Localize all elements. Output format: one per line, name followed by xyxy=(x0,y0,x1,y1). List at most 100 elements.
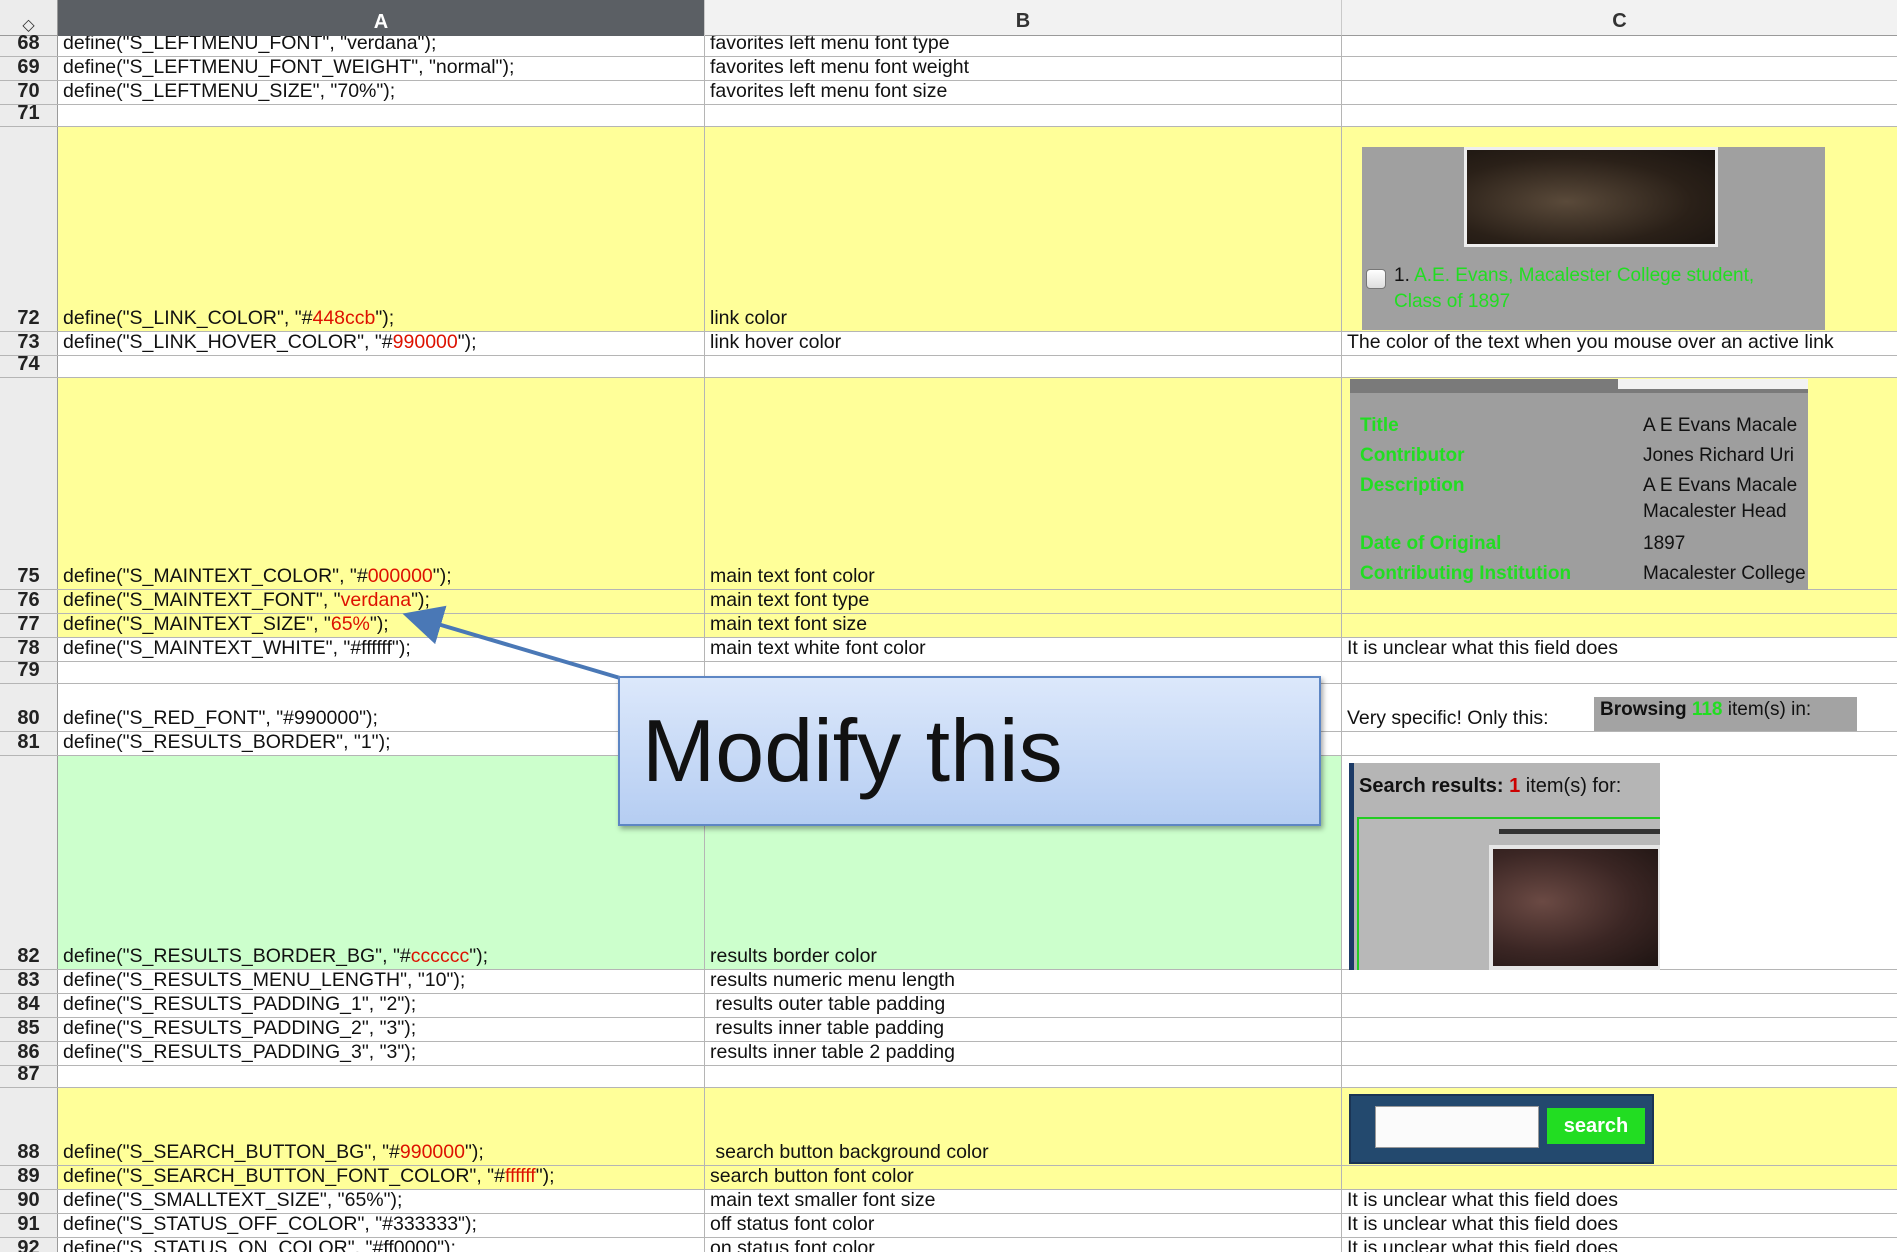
row-number[interactable]: 72 xyxy=(0,127,58,331)
cell-a[interactable]: define("S_LINK_HOVER_COLOR", "# 990000 "); xyxy=(58,332,705,355)
cell-c[interactable] xyxy=(1342,1018,1897,1041)
cell-c[interactable] xyxy=(1342,614,1897,637)
cell-a[interactable] xyxy=(58,1066,705,1087)
cell-c[interactable] xyxy=(1342,57,1897,80)
cell-c[interactable] xyxy=(1342,1042,1897,1065)
cell-c[interactable] xyxy=(1342,1066,1897,1087)
cell-c[interactable]: It is unclear what this field does xyxy=(1342,1238,1897,1252)
cell-c[interactable] xyxy=(1342,81,1897,104)
cell-a[interactable]: define("S_RESULTS_PADDING_1", "2"); xyxy=(58,994,705,1017)
cell-b[interactable]: search button background color xyxy=(705,1088,1342,1165)
cell-a[interactable]: define("S_LEFTMENU_SIZE", "70%"); xyxy=(58,81,705,104)
cell-b[interactable]: search button font color xyxy=(705,1166,1342,1189)
cell-c[interactable] xyxy=(1342,1166,1897,1189)
cell-a[interactable]: define("S_MAINTEXT_COLOR", "# 000000 "); xyxy=(58,378,705,589)
cell-a[interactable]: define("S_RESULTS_MENU_LENGTH", "10"); xyxy=(58,970,705,993)
cell-a[interactable]: define("S_RED_FONT", "#990000"); xyxy=(58,684,705,731)
cell-b[interactable]: main text font size xyxy=(705,614,1342,637)
cell-b[interactable]: main text white font color xyxy=(705,638,1342,661)
table-row: 71 xyxy=(0,102,1897,127)
row-number[interactable]: 82 xyxy=(0,756,58,969)
cell-a[interactable]: define("S_LEFTMENU_FONT", "verdana"); xyxy=(58,36,705,56)
cell-c[interactable] xyxy=(1342,105,1897,126)
cell-b[interactable]: results numeric menu length xyxy=(705,970,1342,993)
cell-c[interactable] xyxy=(1342,732,1897,755)
row-number[interactable]: 84 xyxy=(0,993,58,1017)
cell-a[interactable]: define("S_SEARCH_BUTTON_BG", "# 990000 "); xyxy=(58,1088,705,1165)
cell-b[interactable]: main text font color xyxy=(705,378,1342,589)
cell-a[interactable]: define("S_RESULTS_PADDING_3", "3"); xyxy=(58,1042,705,1065)
cell-a[interactable]: define("S_RESULTS_PADDING_2", "3"); xyxy=(58,1018,705,1041)
cell-c[interactable]: It is unclear what this field does xyxy=(1342,1214,1897,1237)
row-number[interactable]: 78 xyxy=(0,637,58,661)
row-number[interactable]: 86 xyxy=(0,1041,58,1065)
row-number[interactable]: 89 xyxy=(0,1165,58,1189)
row-number[interactable]: 79 xyxy=(0,659,58,683)
cell-a[interactable] xyxy=(58,356,705,377)
row-number[interactable]: 77 xyxy=(0,613,58,637)
row-number[interactable]: 85 xyxy=(0,1017,58,1041)
cell-c[interactable] xyxy=(1342,356,1897,377)
cell-a[interactable] xyxy=(58,105,705,126)
cell-c[interactable]: It is unclear what this field does xyxy=(1342,638,1897,661)
cell-a[interactable]: define("S_STATUS_OFF_COLOR", "#333333"); xyxy=(58,1214,705,1237)
cell-c[interactable] xyxy=(1342,662,1897,683)
cell-c[interactable] xyxy=(1342,590,1897,613)
row-number[interactable]: 90 xyxy=(0,1189,58,1213)
column-header-c[interactable]: C xyxy=(1342,0,1897,36)
cell-b[interactable]: results outer table padding xyxy=(705,994,1342,1017)
search-button[interactable]: search xyxy=(1547,1108,1645,1144)
select-all-corner[interactable]: ◇ xyxy=(0,0,58,36)
cell-a[interactable]: define("S_LEFTMENU_FONT_WEIGHT", "normal… xyxy=(58,57,705,80)
cell-a[interactable]: define("S_SMALLTEXT_SIZE", "65%"); xyxy=(58,1190,705,1213)
row-number[interactable]: 69 xyxy=(0,56,58,80)
row-number[interactable]: 68 xyxy=(0,32,58,56)
cell-b[interactable] xyxy=(705,105,1342,126)
cell-a[interactable]: define("S_RESULTS_BORDER_BG", "# cccccc ")… xyxy=(58,756,705,969)
row-number[interactable]: 80 xyxy=(0,684,58,731)
select-checkbox[interactable] xyxy=(1366,269,1386,289)
row-number[interactable]: 91 xyxy=(0,1213,58,1237)
cell-b[interactable]: results inner table padding xyxy=(705,1018,1342,1041)
cell-b[interactable]: favorites left menu font type xyxy=(705,36,1342,56)
cell-b[interactable]: results inner table 2 padding xyxy=(705,1042,1342,1065)
row-number[interactable]: 70 xyxy=(0,80,58,104)
cell-c[interactable] xyxy=(1342,994,1897,1017)
cell-a[interactable] xyxy=(58,662,705,683)
cell-b[interactable]: main text font type xyxy=(705,590,1342,613)
cell-a[interactable]: define("S_MAINTEXT_SIZE", " 65% "); xyxy=(58,614,705,637)
cell-b[interactable] xyxy=(705,1066,1342,1087)
cell-b[interactable] xyxy=(705,356,1342,377)
row-number[interactable]: 88 xyxy=(0,1088,58,1165)
row-number[interactable]: 71 xyxy=(0,102,58,126)
row-number[interactable]: 92 xyxy=(0,1237,58,1252)
row-number[interactable]: 83 xyxy=(0,969,58,993)
cell-a[interactable]: define("S_MAINTEXT_WHITE", "#ffffff"); xyxy=(58,638,705,661)
cell-a[interactable]: define("S_STATUS_ON_COLOR", "#ff0000"); xyxy=(58,1238,705,1252)
result-link[interactable]: 1. A.E. Evans, Macalester College studen… xyxy=(1394,263,1754,315)
search-input[interactable] xyxy=(1375,1106,1539,1148)
row-number[interactable]: 75 xyxy=(0,378,58,589)
cell-a[interactable]: define("S_SEARCH_BUTTON_FONT_COLOR", "# f… xyxy=(58,1166,705,1189)
cell-b[interactable]: favorites left menu font size xyxy=(705,81,1342,104)
cell-b[interactable]: favorites left menu font weight xyxy=(705,57,1342,80)
cell-b[interactable]: main text smaller font size xyxy=(705,1190,1342,1213)
cell-c[interactable]: The color of the text when you mouse ove… xyxy=(1342,332,1897,355)
cell-b[interactable]: link color xyxy=(705,127,1342,331)
cell-c[interactable] xyxy=(1342,970,1897,993)
cell-c[interactable] xyxy=(1342,36,1897,56)
row-number[interactable]: 76 xyxy=(0,589,58,613)
column-header-b[interactable]: B xyxy=(705,0,1342,36)
column-header-a[interactable]: A xyxy=(58,0,705,36)
cell-c[interactable]: It is unclear what this field does xyxy=(1342,1190,1897,1213)
cell-b[interactable]: link hover color xyxy=(705,332,1342,355)
cell-a[interactable]: define("S_MAINTEXT_FONT", " verdana "); xyxy=(58,590,705,613)
row-number[interactable]: 73 xyxy=(0,331,58,355)
cell-b[interactable]: on status font color xyxy=(705,1238,1342,1252)
row-number[interactable]: 74 xyxy=(0,353,58,377)
cell-b[interactable]: off status font color xyxy=(705,1214,1342,1237)
row-number[interactable]: 87 xyxy=(0,1063,58,1087)
cell-a[interactable]: define("S_RESULTS_BORDER", "1"); xyxy=(58,732,705,755)
cell-a[interactable]: define("S_LINK_COLOR", "# 448ccb "); xyxy=(58,127,705,331)
row-number[interactable]: 81 xyxy=(0,731,58,755)
